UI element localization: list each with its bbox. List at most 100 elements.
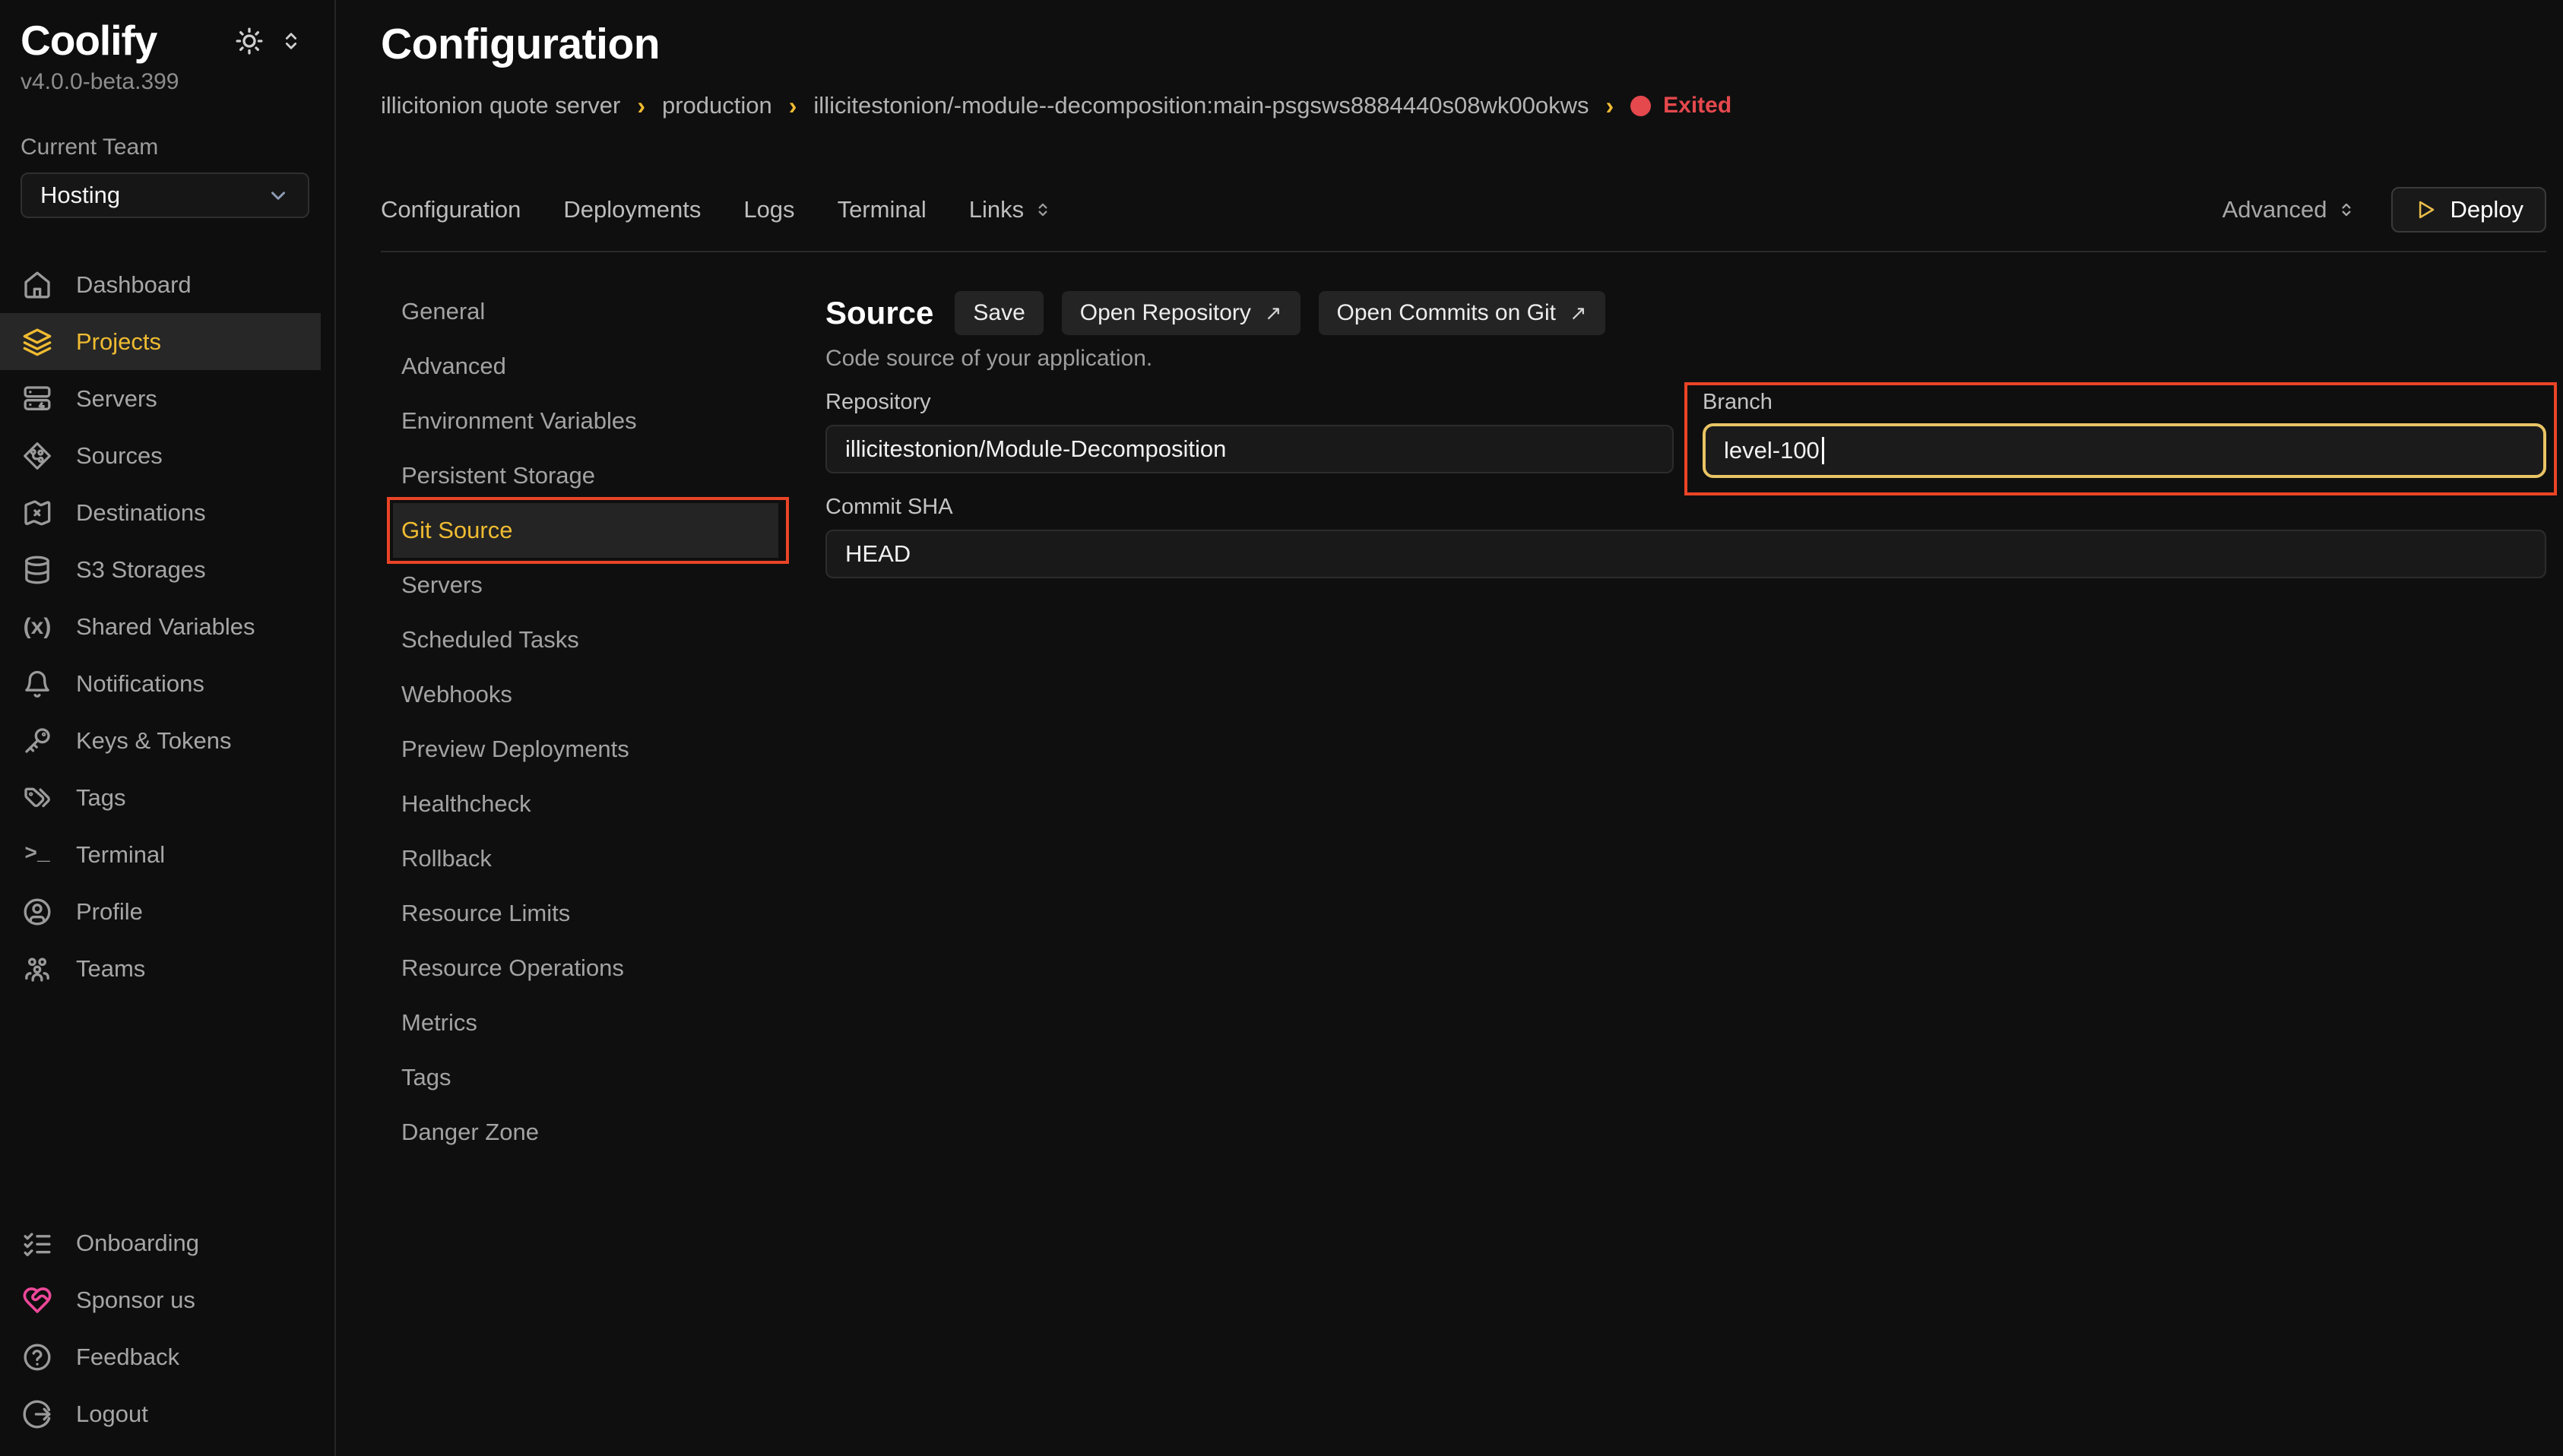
sidebar-item-label: Profile — [76, 898, 143, 926]
advanced-dropdown[interactable]: Advanced — [2222, 196, 2356, 223]
main-area: Configuration illicitonion quote server … — [337, 0, 2563, 1456]
user-circle-icon — [21, 896, 53, 928]
save-button[interactable]: Save — [955, 291, 1043, 335]
sidebar-item-label: Onboarding — [76, 1230, 199, 1257]
sidebar-item-teams[interactable]: Teams — [0, 940, 334, 997]
subnav-item-general[interactable]: General — [381, 284, 825, 339]
sidebar-item-projects[interactable]: Projects — [0, 313, 321, 370]
sidebar-item-shared-variables[interactable]: (x) Shared Variables — [0, 598, 334, 655]
tab-deployments[interactable]: Deployments — [563, 196, 701, 223]
commit-sha-value: HEAD — [845, 540, 911, 568]
sidebar-item-label: Terminal — [76, 841, 165, 869]
source-heading: Source — [825, 295, 933, 331]
sidebar-item-sources[interactable]: Sources — [0, 427, 334, 484]
nav-actions: Advanced Deploy — [2222, 187, 2546, 233]
external-link-icon: ↗ — [1570, 302, 1587, 325]
subnav-item-rollback[interactable]: Rollback — [381, 831, 825, 886]
breadcrumb-project[interactable]: illicitonion quote server — [381, 92, 620, 119]
subnav-item-servers[interactable]: Servers — [381, 558, 825, 612]
sidebar-item-profile[interactable]: Profile — [0, 883, 334, 940]
sidebar-item-label: Teams — [76, 955, 145, 983]
brand-name: Coolify — [21, 17, 179, 65]
status: Exited — [1630, 93, 1731, 119]
tab-configuration[interactable]: Configuration — [381, 196, 521, 223]
sidebar: Coolify v4.0.0-beta.399 Current Team Hos… — [0, 0, 336, 1456]
subnav-item-webhooks[interactable]: Webhooks — [381, 667, 825, 722]
deploy-button[interactable]: Deploy — [2391, 187, 2547, 233]
subnav-item-git-source[interactable]: Git Source — [393, 503, 778, 558]
tags-icon — [21, 782, 53, 814]
brand-version: v4.0.0-beta.399 — [21, 69, 179, 95]
top-navigation: Configuration Deployments Logs Terminal … — [381, 169, 2546, 252]
branch-field: Branch level-100 — [1703, 390, 2546, 478]
heart-handshake-icon — [21, 1284, 53, 1316]
tab-links[interactable]: Links — [969, 196, 1053, 223]
breadcrumb-application[interactable]: illicitestonion/-module--decomposition:m… — [813, 92, 1589, 119]
sidebar-item-terminal[interactable]: >_ Terminal — [0, 826, 334, 883]
breadcrumb-separator: › — [637, 92, 645, 120]
tab-logs[interactable]: Logs — [743, 196, 794, 223]
subnav-item-resource-limits[interactable]: Resource Limits — [381, 886, 825, 941]
configuration-content: General Advanced Environment Variables P… — [381, 252, 2546, 1160]
sidebar-item-destinations[interactable]: Destinations — [0, 484, 334, 541]
subnav-item-persistent-storage[interactable]: Persistent Storage — [381, 448, 825, 503]
sidebar-item-dashboard[interactable]: Dashboard — [0, 256, 334, 313]
chevrons-up-down-icon[interactable] — [278, 28, 304, 54]
sidebar-item-label: Feedback — [76, 1344, 179, 1371]
layers-icon — [21, 326, 53, 358]
home-icon — [21, 269, 53, 301]
breadcrumb: illicitonion quote server › production ›… — [381, 90, 2546, 122]
subnav-item-resource-operations[interactable]: Resource Operations — [381, 941, 825, 995]
tabs: Configuration Deployments Logs Terminal … — [381, 196, 1053, 223]
subnav-item-preview-deployments[interactable]: Preview Deployments — [381, 722, 825, 777]
chevrons-up-down-icon — [1033, 200, 1053, 220]
variables-icon: (x) — [21, 614, 53, 640]
repository-value: illicitestonion/Module-Decomposition — [845, 435, 1226, 463]
subnav-item-healthcheck[interactable]: Healthcheck — [381, 777, 825, 831]
repository-field: Repository illicitestonion/Module-Decomp… — [825, 390, 1674, 478]
commit-sha-label: Commit SHA — [825, 495, 2546, 520]
sun-icon[interactable] — [234, 26, 265, 56]
breadcrumb-environment[interactable]: production — [662, 92, 772, 119]
sidebar-item-label: Shared Variables — [76, 613, 255, 641]
bell-icon — [21, 668, 53, 700]
repository-input[interactable]: illicitestonion/Module-Decomposition — [825, 425, 1674, 473]
sidebar-item-logout[interactable]: Logout — [0, 1385, 334, 1442]
play-icon — [2414, 198, 2437, 221]
git-source-panel: Source Save Open Repository ↗ Open Commi… — [825, 252, 2546, 1160]
brand: Coolify v4.0.0-beta.399 — [21, 17, 179, 95]
subnav-item-danger-zone[interactable]: Danger Zone — [381, 1105, 825, 1160]
sidebar-item-s3-storages[interactable]: S3 Storages — [0, 541, 334, 598]
subnav-item-metrics[interactable]: Metrics — [381, 995, 825, 1050]
chevrons-up-down-icon — [2336, 200, 2356, 220]
sidebar-item-label: Destinations — [76, 499, 206, 527]
sidebar-item-onboarding[interactable]: Onboarding — [0, 1214, 334, 1271]
sidebar-item-keys-tokens[interactable]: Keys & Tokens — [0, 712, 334, 769]
breadcrumb-separator: › — [1606, 92, 1614, 120]
git-source-icon — [21, 440, 53, 472]
subnav-item-advanced[interactable]: Advanced — [381, 339, 825, 394]
open-commits-button[interactable]: Open Commits on Git ↗ — [1319, 291, 1605, 335]
sidebar-item-feedback[interactable]: Feedback — [0, 1328, 334, 1385]
subnav-item-tags[interactable]: Tags — [381, 1050, 825, 1105]
sidebar-item-notifications[interactable]: Notifications — [0, 655, 334, 712]
sidebar-nav: Dashboard Projects Servers Sources — [0, 256, 334, 997]
sidebar-item-label: Servers — [76, 385, 157, 413]
terminal-icon: >_ — [21, 843, 53, 866]
theme-controls — [234, 26, 304, 56]
subnav-item-environment-variables[interactable]: Environment Variables — [381, 394, 825, 448]
sidebar-item-label: Notifications — [76, 670, 204, 698]
tab-terminal[interactable]: Terminal — [838, 196, 927, 223]
open-repository-button[interactable]: Open Repository ↗ — [1062, 291, 1301, 335]
subnav-item-scheduled-tasks[interactable]: Scheduled Tasks — [381, 612, 825, 667]
key-icon — [21, 725, 53, 757]
sidebar-item-label: Logout — [76, 1401, 148, 1428]
sidebar-item-tags[interactable]: Tags — [0, 769, 334, 826]
sidebar-item-sponsor-us[interactable]: Sponsor us — [0, 1271, 334, 1328]
sidebar-item-label: Sources — [76, 442, 163, 470]
team-select[interactable]: Hosting — [21, 173, 309, 218]
commit-sha-input[interactable]: HEAD — [825, 530, 2546, 578]
branch-input[interactable]: level-100 — [1703, 423, 2546, 478]
team-section: Current Team Hosting — [21, 135, 314, 218]
sidebar-item-servers[interactable]: Servers — [0, 370, 334, 427]
